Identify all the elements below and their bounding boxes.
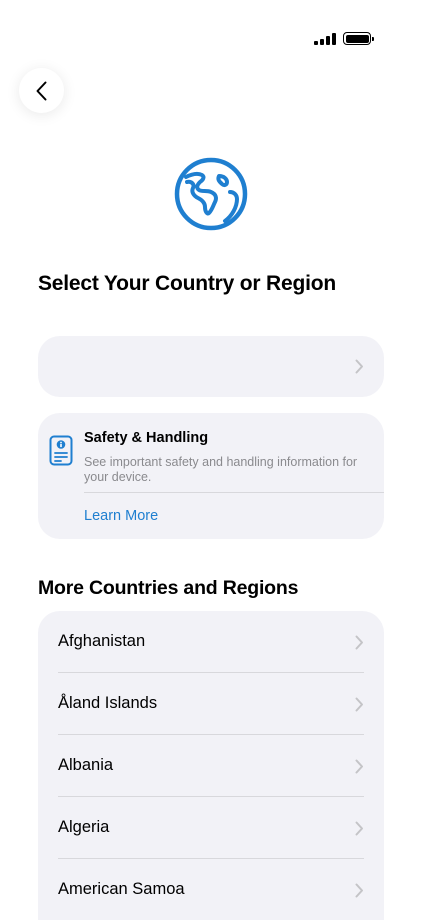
chevron-right-icon [355,359,363,374]
back-button[interactable] [19,68,64,113]
list-item-albania[interactable]: Albania [38,735,384,797]
chevron-right-icon [355,697,363,712]
chevron-right-icon [355,635,363,650]
list-item-algeria[interactable]: Algeria [38,797,384,859]
info-document-icon [49,435,73,466]
globe-icon [174,157,248,231]
section-title: More Countries and Regions [38,577,299,599]
divider [84,492,384,493]
safety-description: See important safety and handling inform… [84,455,358,484]
learn-more-link[interactable]: Learn More [84,508,158,524]
safety-card: Safety & Handling See important safety a… [38,413,384,539]
list-item-american-samoa[interactable]: American Samoa [38,859,384,920]
chevron-right-icon [355,883,363,898]
list-item-aland-islands[interactable]: Åland Islands [38,673,384,735]
list-item-label: Albania [58,756,114,774]
chevron-left-icon [36,81,46,100]
signal-bars-icon [314,33,336,45]
list-item-label: American Samoa [58,880,185,898]
list-item-label: Algeria [58,818,110,836]
page-title: Select Your Country or Region [38,272,336,295]
list-item-label: Afghanistan [58,632,146,650]
country-list: Afghanistan Åland Islands Albania Algeri… [38,611,384,920]
chevron-right-icon [355,759,363,774]
safety-title: Safety & Handling [84,430,209,446]
list-item-label: Åland Islands [58,694,158,712]
battery-full-icon [343,32,374,45]
country-select-row[interactable] [38,336,384,397]
chevron-right-icon [355,821,363,836]
list-item-afghanistan[interactable]: Afghanistan [38,611,384,673]
status-bar [0,0,423,60]
